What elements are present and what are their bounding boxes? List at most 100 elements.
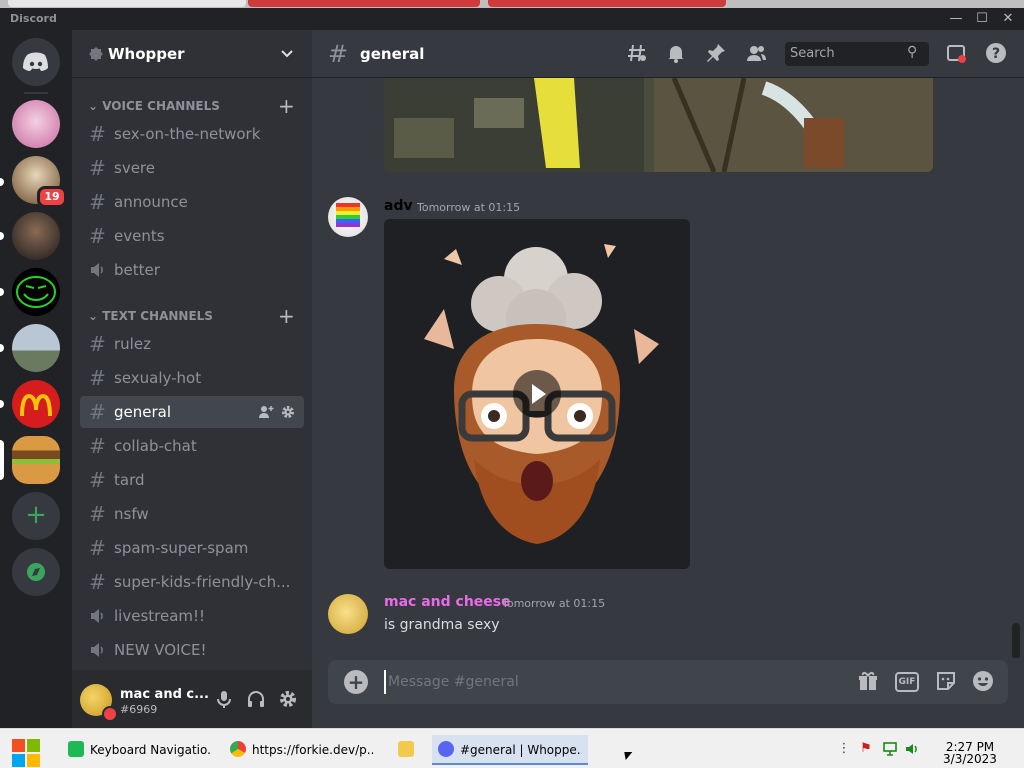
explore-button[interactable] xyxy=(12,548,60,596)
scrollbar[interactable] xyxy=(1012,623,1020,658)
search-icon: ⚲ xyxy=(907,44,918,60)
pin-icon[interactable] xyxy=(704,42,728,66)
maximize-icon[interactable]: ☐ xyxy=(972,10,992,28)
hashtag-icon: # xyxy=(89,332,106,356)
flag-icon[interactable]: ⚑ xyxy=(858,741,874,757)
taskbar-item[interactable] xyxy=(386,735,426,765)
unread-indicator xyxy=(0,344,4,352)
server-icon[interactable] xyxy=(12,380,60,428)
windows-start-icon[interactable] xyxy=(10,737,42,768)
taskbar-item[interactable]: #general | Whoppe... xyxy=(432,735,588,765)
invite-user-icon[interactable] xyxy=(258,404,274,420)
hashtag-icon: # xyxy=(89,536,106,560)
server-header[interactable]: Whopper xyxy=(72,30,312,78)
chrome-icon xyxy=(230,741,246,757)
sticker-icon[interactable] xyxy=(934,670,958,694)
close-icon[interactable]: ✕ xyxy=(998,10,1018,28)
headphones-icon[interactable] xyxy=(245,688,267,710)
discord-icon xyxy=(23,52,48,71)
message-list: adv Tomorrow at 01:15 mac and cheese Tom… xyxy=(312,78,1024,658)
channel-item[interactable]: # general xyxy=(80,396,304,428)
add-server-button[interactable]: + xyxy=(12,492,60,540)
background-window-strip xyxy=(0,0,1024,8)
channel-item[interactable]: # announce xyxy=(80,186,304,218)
message-author[interactable]: mac and cheese xyxy=(384,594,511,610)
server-icon[interactable] xyxy=(12,212,60,260)
avatar[interactable] xyxy=(328,594,368,634)
channel-name: rulez xyxy=(114,335,151,353)
unread-indicator xyxy=(0,232,4,240)
channel-item[interactable]: # sexualy-hot xyxy=(80,362,304,394)
speaker-icon xyxy=(89,638,107,664)
search-box[interactable]: Search ⚲ xyxy=(785,42,929,66)
server-icon[interactable] xyxy=(12,324,60,372)
channel-name: collab-chat xyxy=(114,437,197,455)
channel-item[interactable]: # spam-super-spam xyxy=(80,532,304,564)
gif-button[interactable]: GIF xyxy=(895,672,919,692)
channel-item[interactable]: # collab-chat xyxy=(80,430,304,462)
message-timestamp: Tomorrow at 01:15 xyxy=(502,597,606,610)
rail-separator xyxy=(24,92,48,94)
message-author[interactable]: adv xyxy=(384,198,413,214)
more-icon[interactable]: ⋮ xyxy=(836,741,852,757)
channel-item[interactable]: # rulez xyxy=(80,328,304,360)
minimize-icon[interactable]: — xyxy=(946,10,966,28)
trollface-icon xyxy=(16,276,56,308)
emoji-icon[interactable] xyxy=(971,670,995,694)
home-button[interactable] xyxy=(12,38,60,86)
volume-icon[interactable] xyxy=(904,741,920,757)
title-bar: Discord — ☐ ✕ xyxy=(0,8,1024,30)
clock-date: 3/3/2023 xyxy=(943,752,997,766)
system-clock[interactable]: 2:27 PM 3/3/2023 xyxy=(940,741,1000,765)
gift-icon[interactable] xyxy=(856,670,880,694)
message-input[interactable] xyxy=(384,670,824,694)
channel-name: sex-on-the-network xyxy=(114,125,261,143)
text-channels-section[interactable]: ⌄ TEXT CHANNELS + xyxy=(72,304,312,328)
hashtag-icon: # xyxy=(89,468,106,492)
channel-name: super-kids-friendly-ch... xyxy=(114,573,291,591)
taskbar-item[interactable]: https://forkie.dev/p... xyxy=(224,735,380,765)
voice-channels-section[interactable]: ⌄ VOICE CHANNELS + xyxy=(72,94,312,118)
golden-arches-icon xyxy=(20,393,52,417)
microphone-icon[interactable] xyxy=(213,688,235,710)
add-channel-icon[interactable]: + xyxy=(278,94,295,118)
channel-settings-gear-icon[interactable] xyxy=(280,404,296,420)
unread-indicator xyxy=(0,400,4,408)
discord-icon xyxy=(438,741,454,757)
image-attachment[interactable] xyxy=(384,78,933,172)
channel-item[interactable]: # events xyxy=(80,220,304,252)
bell-icon[interactable] xyxy=(664,42,688,66)
inbox-icon[interactable] xyxy=(944,42,968,66)
channel-item[interactable]: # svere xyxy=(80,152,304,184)
video-attachment[interactable] xyxy=(384,219,690,569)
channel-item[interactable]: # tard xyxy=(80,464,304,496)
channel-item[interactable]: # sex-on-the-network xyxy=(80,118,304,150)
channel-sidebar: Whopper ⌄ VOICE CHANNELS + # sex-on-the-n… xyxy=(72,30,312,728)
play-button[interactable] xyxy=(513,370,561,418)
channel-item[interactable]: # nsfw xyxy=(80,498,304,530)
add-attachment-button[interactable]: + xyxy=(344,670,368,694)
avatar[interactable] xyxy=(328,197,368,237)
channel-item[interactable]: better xyxy=(80,254,304,286)
channel-name: spam-super-spam xyxy=(114,539,249,557)
username: mac and c... xyxy=(120,687,209,702)
server-icon[interactable] xyxy=(12,268,60,316)
speaker-icon xyxy=(89,604,107,630)
channel-item[interactable]: # super-kids-friendly-ch... xyxy=(80,566,304,598)
settings-gear-icon[interactable] xyxy=(277,688,299,710)
channel-name: svere xyxy=(114,159,155,177)
threads-icon[interactable] xyxy=(625,42,649,66)
channel-title: general xyxy=(360,45,425,63)
channel-item[interactable]: NEW VOICE! xyxy=(80,634,304,666)
hashtag-icon: # xyxy=(89,502,106,526)
members-icon[interactable] xyxy=(744,42,768,66)
channel-item[interactable]: livestream!! xyxy=(80,600,304,632)
network-icon[interactable] xyxy=(882,741,898,757)
help-icon[interactable]: ? xyxy=(984,42,1008,66)
server-icon[interactable] xyxy=(12,100,60,148)
user-panel: mac and c... #6969 xyxy=(72,670,312,728)
server-icon-whopper[interactable] xyxy=(12,436,60,484)
app-title: Discord xyxy=(10,12,57,25)
add-channel-icon[interactable]: + xyxy=(278,304,295,328)
taskbar-item[interactable]: Keyboard Navigatio... xyxy=(62,735,218,765)
